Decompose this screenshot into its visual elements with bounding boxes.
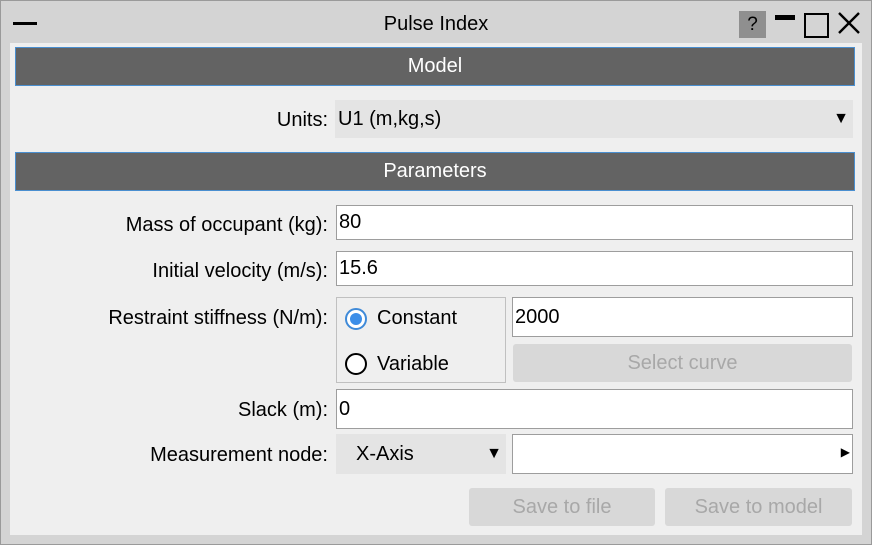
constant-radio[interactable] [345, 308, 367, 330]
units-dropdown[interactable]: U1 (m,kg,s) ▼ [335, 100, 853, 138]
chevron-down-icon: ▼ [833, 110, 849, 127]
stiffness-mode-group: Constant Variable [336, 297, 506, 383]
units-label: Units: [276, 109, 328, 131]
minimize-icon[interactable] [775, 15, 795, 20]
variable-radio-label[interactable]: Variable [377, 353, 449, 376]
mass-input[interactable] [336, 205, 853, 240]
title-bar[interactable]: Pulse Index ? [1, 1, 871, 43]
maximize-icon[interactable] [804, 13, 829, 38]
variable-radio[interactable] [345, 353, 367, 375]
units-value: U1 (m,kg,s) [338, 108, 442, 130]
help-button[interactable]: ? [739, 11, 766, 38]
save-to-file-button[interactable]: Save to file [469, 488, 655, 526]
dialog-content: Model Units: U1 (m,kg,s) ▼ Parameters Ma… [10, 43, 862, 535]
measurement-node-input[interactable]: ▶ [512, 434, 853, 474]
stiffness-label: Restraint stiffness (N/m): [108, 307, 328, 329]
velocity-input[interactable] [336, 251, 853, 286]
model-section-header: Model [15, 47, 855, 86]
close-icon[interactable] [837, 11, 861, 35]
parameters-section-header: Parameters [15, 152, 855, 191]
stiffness-value-input[interactable] [512, 297, 853, 337]
pulse-index-window: Pulse Index ? Model Units: U1 (m,kg,s) ▼… [0, 0, 872, 545]
select-curve-button[interactable]: Select curve [513, 344, 852, 382]
constant-radio-label[interactable]: Constant [377, 307, 457, 330]
measurement-node-label: Measurement node: [150, 444, 328, 466]
chevron-down-icon: ▼ [486, 445, 502, 462]
slack-input[interactable] [336, 389, 853, 429]
mass-label: Mass of occupant (kg): [125, 214, 328, 236]
axis-dropdown[interactable]: X-Axis ▼ [336, 434, 506, 474]
velocity-label: Initial velocity (m/s): [152, 260, 328, 282]
chevron-right-icon[interactable]: ▶ [841, 436, 850, 469]
axis-value: X-Axis [356, 443, 414, 465]
slack-label: Slack (m): [238, 399, 328, 421]
save-to-model-button[interactable]: Save to model [665, 488, 852, 526]
